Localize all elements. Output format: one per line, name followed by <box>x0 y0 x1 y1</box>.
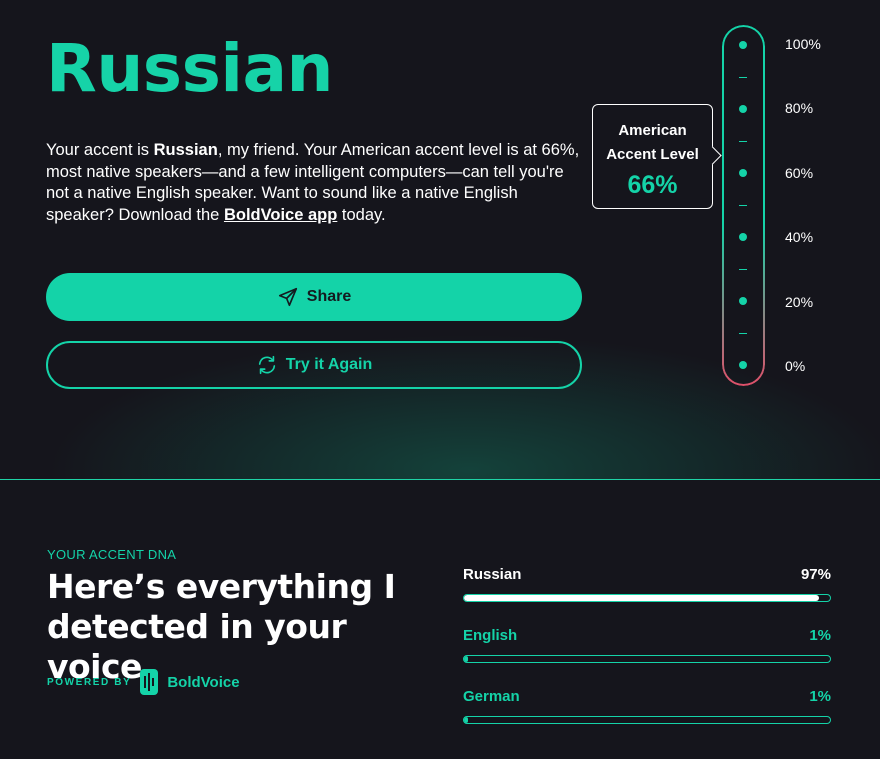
dna-item-value: 1% <box>809 688 831 705</box>
gauge-dot-40 <box>739 233 747 241</box>
section-kicker: YOUR ACCENT DNA <box>47 547 177 562</box>
gauge-label-20: 20% <box>785 294 814 310</box>
accent-description: Your accent is Russian, my friend. Your … <box>46 140 586 226</box>
dna-item-name: English <box>463 627 518 644</box>
accent-level-tooltip: American Accent Level 66% <box>592 104 713 209</box>
gauge-tick <box>739 77 747 78</box>
gauge-label-60: 60% <box>785 165 814 181</box>
dna-item: German 1% <box>463 688 831 724</box>
dna-item-value: 1% <box>809 627 831 644</box>
gauge-label-80: 80% <box>785 100 814 116</box>
share-button[interactable]: Share <box>46 273 582 321</box>
gauge-dot-60 <box>739 169 747 177</box>
dna-item-bar-fill <box>464 717 469 723</box>
dna-item-bar-fill <box>464 595 820 601</box>
share-label: Share <box>306 288 352 305</box>
gauge-tick <box>739 269 747 270</box>
gauge-label-40: 40% <box>785 229 814 245</box>
desc-text-1: Your accent is <box>46 141 154 159</box>
boldvoice-app-link[interactable]: BoldVoice app <box>224 206 337 224</box>
tooltip-label-line-2: Accent Level <box>606 146 699 163</box>
powered-by-boldvoice: POWERED BY BoldVoice <box>47 668 240 696</box>
tooltip-label-line-1: American <box>618 122 687 139</box>
tooltip-value: 66% <box>627 171 678 199</box>
dna-item-bar <box>463 716 831 724</box>
try-again-button[interactable]: Try it Again <box>46 341 582 389</box>
desc-text-3: today. <box>337 205 386 224</box>
refresh-icon <box>258 355 275 375</box>
desc-accent: Russian <box>153 141 218 159</box>
dna-item-name: German <box>463 688 520 705</box>
dna-item-bar <box>463 655 831 663</box>
boldvoice-logo-icon <box>140 669 159 695</box>
dna-item: Russian 97% <box>463 566 831 602</box>
result-hero: Russian Your accent is Russian, my frien… <box>0 0 880 480</box>
gauge-tick <box>739 333 747 334</box>
dna-item-bar-fill <box>464 656 469 662</box>
gauge-label-0: 0% <box>785 358 806 374</box>
tooltip-label: American Accent Level <box>593 119 712 167</box>
dna-item: English 1% <box>463 627 831 663</box>
gauge-dot-0 <box>739 361 747 369</box>
send-icon <box>278 287 297 307</box>
gauge-dot-100 <box>739 41 747 49</box>
dna-item-value: 97% <box>800 566 831 583</box>
gauge-dot-20 <box>739 297 747 305</box>
accent-title: Russian <box>46 30 334 107</box>
gauge-tick <box>739 141 747 142</box>
dna-item-bar <box>463 594 831 602</box>
boldvoice-logo-text: BoldVoice <box>167 673 240 691</box>
try-again-label: Try it Again <box>285 356 373 373</box>
gauge-label-100: 100% <box>785 36 821 52</box>
gauge-tick <box>739 205 747 206</box>
powered-by-label: POWERED BY <box>47 676 132 688</box>
gauge-dot-80 <box>739 105 747 113</box>
dna-item-name: Russian <box>463 566 522 583</box>
